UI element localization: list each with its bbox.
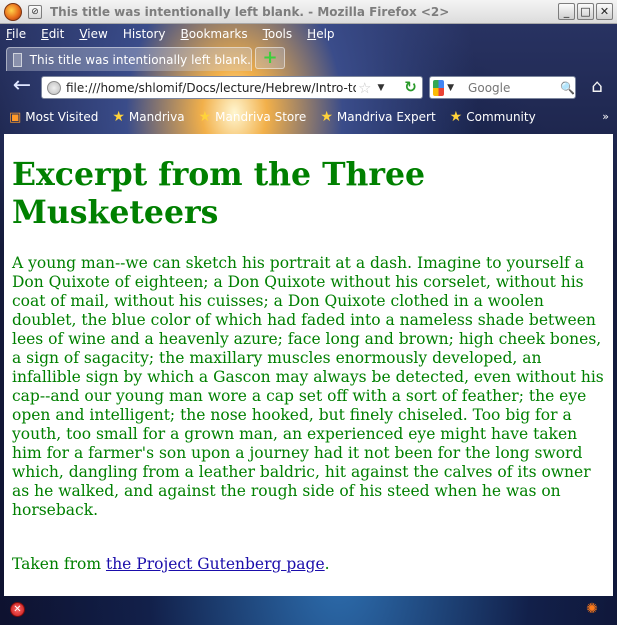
- star-icon: ★: [198, 109, 212, 125]
- binoculars-search-icon[interactable]: 🔍: [560, 81, 575, 95]
- bookmark-mandriva-store[interactable]: ★ Mandriva Store: [199, 109, 307, 125]
- url-dropdown-icon[interactable]: ▼: [377, 83, 384, 93]
- url-bar[interactable]: file:///home/shlomif/Docs/lecture/Hebrew…: [41, 76, 423, 99]
- menu-history[interactable]: History: [123, 27, 166, 41]
- star-icon: ★: [112, 109, 125, 125]
- tab-strip: This title was intentionally left blank.…: [0, 44, 617, 71]
- star-icon: ★: [320, 109, 333, 125]
- bookmarks-toolbar: ▣ Most Visited ★ Mandriva ★ Mandriva Store …: [0, 104, 617, 130]
- browser-window: ⊘ This title was intentionally left blan…: [0, 0, 617, 625]
- gutenberg-link[interactable]: the Project Gutenberg page: [106, 555, 325, 573]
- globe-icon: [47, 80, 61, 95]
- status-bar: ✕ ✺: [0, 596, 617, 625]
- page-content: Excerpt from the Three Musketeers A youn…: [4, 134, 613, 596]
- minimize-button[interactable]: _: [558, 3, 575, 20]
- url-text[interactable]: file:///home/shlomif/Docs/lecture/Hebrew…: [66, 81, 356, 95]
- menu-help[interactable]: Help: [307, 27, 334, 41]
- source-suffix: .: [324, 555, 330, 573]
- search-bar[interactable]: ▼ 🔍: [429, 76, 576, 99]
- menu-bar: File Edit View History Bookmarks Tools H…: [0, 24, 617, 44]
- back-arrow-icon[interactable]: ←: [8, 75, 36, 99]
- new-tab-button[interactable]: +: [255, 47, 285, 69]
- maximize-button[interactable]: □: [577, 3, 594, 20]
- stop-icon[interactable]: ✕: [10, 602, 25, 617]
- tab-active[interactable]: This title was intentionally left blank.: [6, 47, 252, 71]
- bookmark-mandriva-expert[interactable]: ★ Mandriva Expert: [320, 109, 435, 125]
- search-input[interactable]: [468, 80, 559, 95]
- close-button[interactable]: ✕: [596, 3, 613, 20]
- window-menu-button[interactable]: ⊘: [28, 4, 42, 19]
- bookmark-community[interactable]: ★ Community: [450, 109, 536, 125]
- menu-file[interactable]: File: [6, 27, 26, 41]
- bookmark-mandriva[interactable]: ★ Mandriva: [112, 109, 184, 125]
- home-icon[interactable]: ⌂: [584, 75, 610, 99]
- search-engine-dropdown-icon[interactable]: ▼: [447, 83, 454, 93]
- window-title: This title was intentionally left blank.…: [50, 4, 450, 19]
- source-line: Taken from the Project Gutenberg page.: [12, 555, 608, 574]
- bookmark-most-visited[interactable]: ▣ Most Visited: [9, 110, 98, 125]
- google-engine-icon[interactable]: [433, 79, 445, 96]
- window-controls: _ □ ✕: [558, 3, 613, 20]
- reload-icon[interactable]: ↻: [402, 79, 419, 96]
- excerpt-paragraph: A young man--we can sketch his portrait …: [12, 254, 604, 519]
- tab-title: This title was intentionally left blank.: [29, 52, 251, 67]
- menu-bookmarks[interactable]: Bookmarks: [181, 27, 248, 41]
- rss-icon: ▣: [9, 109, 22, 125]
- bookmarks-overflow-chevron-icon[interactable]: »: [602, 110, 609, 123]
- title-bar[interactable]: ⊘ This title was intentionally left blan…: [0, 0, 617, 24]
- bookmark-star-icon[interactable]: ☆: [358, 79, 371, 97]
- star-icon: ★: [449, 109, 463, 125]
- navigation-bar: ← file:///home/shlomif/Docs/lecture/Hebr…: [0, 71, 617, 104]
- addons-status-icon[interactable]: ✺: [583, 601, 601, 617]
- page-favicon-icon: [13, 52, 22, 67]
- source-prefix: Taken from: [12, 555, 106, 573]
- menu-view[interactable]: View: [79, 27, 107, 41]
- menu-tools[interactable]: Tools: [263, 27, 293, 41]
- page-heading: Excerpt from the Three Musketeers: [12, 156, 426, 231]
- firefox-logo-icon: [4, 2, 22, 21]
- menu-edit[interactable]: Edit: [41, 27, 64, 41]
